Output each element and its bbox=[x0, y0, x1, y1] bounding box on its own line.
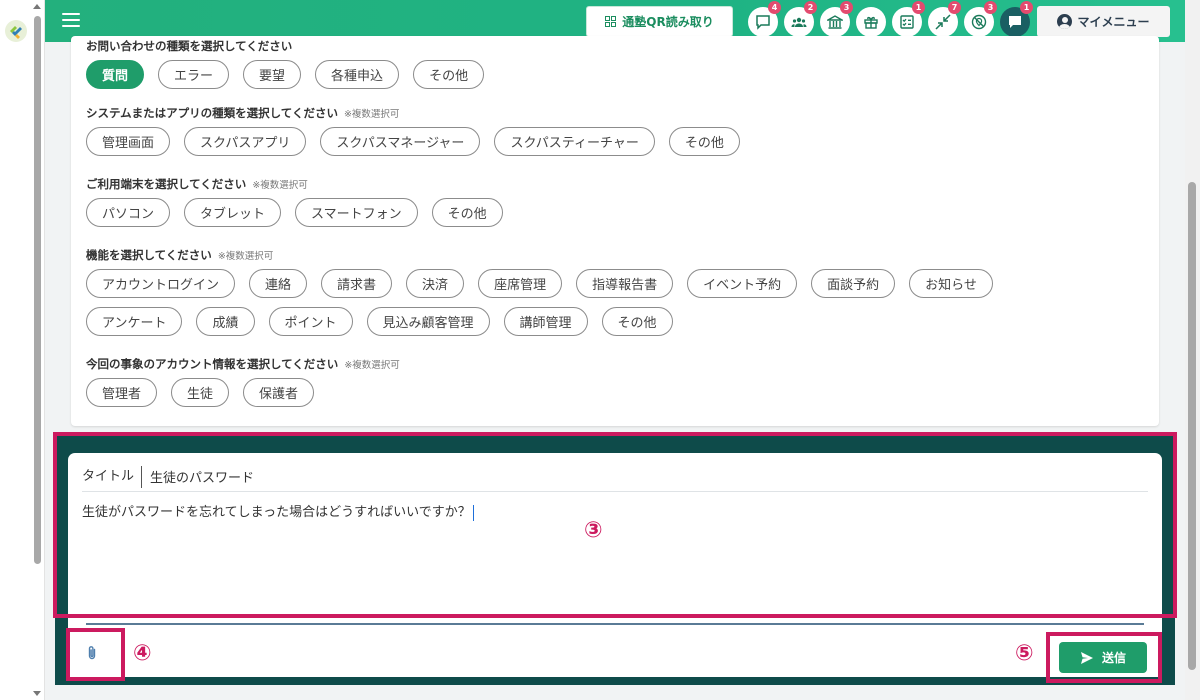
callout-box-attach bbox=[66, 628, 125, 681]
callout-number-5: ⑤ bbox=[1015, 641, 1034, 666]
no-location-icon[interactable]: 3 bbox=[964, 1, 997, 37]
multi-select-note: ※複数選択可 bbox=[252, 180, 308, 191]
qr-scan-button[interactable]: 通塾QR読み取り bbox=[586, 6, 733, 37]
school-icon[interactable]: 3 bbox=[820, 1, 853, 37]
callout-number-3: ③ bbox=[584, 518, 603, 543]
chip-account-login[interactable]: アカウントログイン bbox=[86, 269, 236, 298]
chip-tablet[interactable]: タブレット bbox=[184, 198, 282, 227]
my-menu-button[interactable]: マイメニュー bbox=[1037, 6, 1170, 37]
account-circle-icon bbox=[1057, 14, 1073, 29]
chip-application[interactable]: 各種申込 bbox=[315, 60, 400, 89]
section-label: システムまたはアプリの種類を選択してください ※複数選択可 bbox=[86, 105, 399, 121]
chip-student[interactable]: 生徒 bbox=[171, 378, 230, 407]
section-label-text: お問い合わせの種類を選択してください bbox=[86, 39, 293, 53]
scroll-up-arrow-icon[interactable] bbox=[33, 4, 41, 9]
chip-pc[interactable]: パソコン bbox=[86, 198, 171, 227]
chip-error[interactable]: エラー bbox=[158, 60, 230, 89]
section-label: ご利用端末を選択してください ※複数選択可 bbox=[86, 176, 308, 192]
callout-box-message bbox=[53, 432, 1177, 618]
chip-guidance-report[interactable]: 指導報告書 bbox=[576, 269, 674, 298]
checklist-icon[interactable]: 1 bbox=[892, 1, 925, 37]
chip-row-feature-2: アンケート 成績 ポイント 見込み顧客管理 講師管理 その他 bbox=[86, 307, 673, 336]
callout-number-4: ④ bbox=[133, 641, 152, 666]
my-menu-label: マイメニュー bbox=[1077, 15, 1150, 29]
chip-other[interactable]: その他 bbox=[601, 307, 673, 336]
chip-payment[interactable]: 決済 bbox=[406, 269, 465, 298]
notification-badge: 4 bbox=[768, 1, 781, 14]
left-scrollbar-thumb[interactable] bbox=[34, 16, 41, 564]
chip-row-inquiry-type: 質問 エラー 要望 各種申込 その他 bbox=[86, 60, 485, 89]
chip-guardian[interactable]: 保護者 bbox=[243, 378, 315, 407]
chip-grades[interactable]: 成績 bbox=[196, 307, 255, 336]
chip-row-feature-1: アカウントログイン 連絡 請求書 決済 座席管理 指導報告書 イベント予約 面談… bbox=[86, 269, 993, 298]
chip-survey[interactable]: アンケート bbox=[86, 307, 183, 336]
section-label-text: 今回の事象のアカウント情報を選択してください bbox=[86, 357, 339, 371]
chip-event-booking[interactable]: イベント予約 bbox=[687, 269, 798, 298]
chip-other[interactable]: その他 bbox=[413, 60, 485, 89]
chip-question[interactable]: 質問 bbox=[86, 60, 145, 89]
section-label: 今回の事象のアカウント情報を選択してください ※複数選択可 bbox=[86, 356, 400, 372]
chip-contact[interactable]: 連絡 bbox=[249, 269, 308, 298]
message-icon[interactable]: 1 bbox=[1000, 1, 1033, 37]
multi-select-note: ※複数選択可 bbox=[344, 360, 400, 371]
chip-administrator[interactable]: 管理者 bbox=[86, 378, 158, 407]
chip-request[interactable]: 要望 bbox=[243, 60, 302, 89]
callout-box-send bbox=[1046, 632, 1162, 683]
left-scrollbar[interactable] bbox=[32, 2, 43, 698]
gift-icon[interactable] bbox=[856, 7, 886, 37]
chip-row-account: 管理者 生徒 保護者 bbox=[86, 378, 315, 407]
hamburger-menu-icon[interactable] bbox=[62, 13, 80, 27]
chip-admin-screen[interactable]: 管理画面 bbox=[86, 127, 171, 156]
chip-other[interactable]: その他 bbox=[431, 198, 503, 227]
app-logo-icon bbox=[5, 20, 27, 42]
chip-points[interactable]: ポイント bbox=[268, 307, 353, 336]
scroll-down-arrow-icon[interactable] bbox=[33, 691, 41, 696]
section-label-text: 機能を選択してください bbox=[86, 248, 212, 262]
chip-prospect-management[interactable]: 見込み顧客管理 bbox=[366, 307, 490, 336]
chip-skupas-teacher[interactable]: スクパスティーチャー bbox=[494, 127, 655, 156]
chip-other[interactable]: その他 bbox=[668, 127, 740, 156]
qr-scan-button-label: 通塾QR読み取り bbox=[622, 15, 714, 29]
shrink-arrows-icon[interactable]: 7 bbox=[928, 1, 961, 37]
notification-badge: 7 bbox=[948, 1, 961, 14]
multi-select-note: ※複数選択可 bbox=[343, 109, 400, 120]
notification-badge: 3 bbox=[984, 1, 997, 14]
section-label: お問い合わせの種類を選択してください bbox=[86, 38, 292, 54]
chip-seat-management[interactable]: 座席管理 bbox=[478, 269, 563, 298]
chip-smartphone[interactable]: スマートフォン bbox=[295, 198, 418, 227]
section-label-text: システムまたはアプリの種類を選択してください bbox=[86, 106, 338, 120]
chip-row-device: パソコン タブレット スマートフォン その他 bbox=[86, 198, 503, 227]
notification-badge: 1 bbox=[912, 1, 925, 14]
inquiry-form-card: お問い合わせの種類を選択してください 質問 エラー 要望 各種申込 その他 シス… bbox=[71, 36, 1159, 426]
multi-select-note: ※複数選択可 bbox=[217, 251, 274, 262]
chip-skupas-app[interactable]: スクパスアプリ bbox=[184, 127, 307, 156]
chip-skupas-manager[interactable]: スクパスマネージャー bbox=[320, 127, 481, 156]
right-scrollbar-thumb[interactable] bbox=[1188, 182, 1196, 670]
chip-instructor-management[interactable]: 講師管理 bbox=[503, 307, 588, 336]
chip-row-system-type: 管理画面 スクパスアプリ スクパスマネージャー スクパスティーチャー その他 bbox=[86, 127, 740, 156]
left-rail bbox=[0, 0, 45, 700]
chip-invoice[interactable]: 請求書 bbox=[321, 269, 393, 298]
chat-icon[interactable]: 4 bbox=[748, 1, 781, 37]
notification-badge: 1 bbox=[1020, 1, 1033, 14]
composer-toolbar: 送信 bbox=[68, 619, 1162, 677]
section-label-text: ご利用端末を選択してください bbox=[86, 177, 247, 191]
right-scrollbar[interactable] bbox=[1185, 0, 1200, 700]
qr-code-icon bbox=[605, 16, 617, 27]
chip-interview-booking[interactable]: 面談予約 bbox=[811, 269, 896, 298]
notification-badge: 2 bbox=[804, 1, 817, 14]
notification-badge: 3 bbox=[840, 1, 853, 14]
section-label: 機能を選択してください ※複数選択可 bbox=[86, 247, 273, 263]
group-icon[interactable]: 2 bbox=[784, 1, 817, 37]
chip-notice[interactable]: お知らせ bbox=[909, 269, 993, 298]
input-underline bbox=[86, 623, 1144, 625]
